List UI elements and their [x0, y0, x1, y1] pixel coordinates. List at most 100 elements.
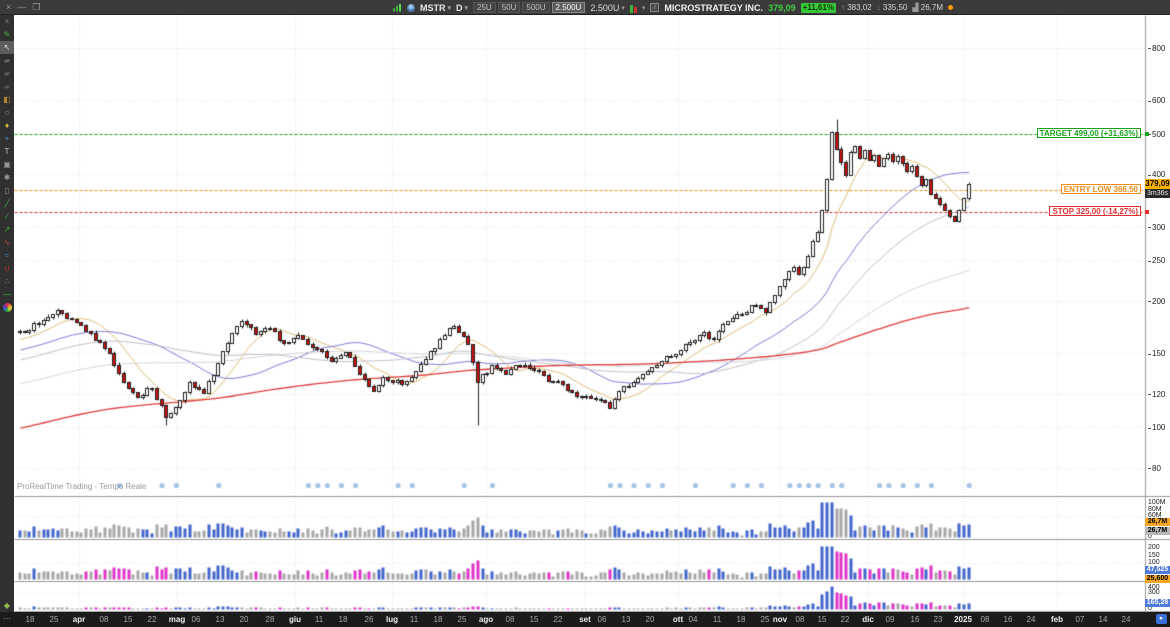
price-axis-tick: 120 [1148, 390, 1165, 399]
time-axis-tick: 23 [934, 615, 943, 624]
timeframe-dropdown[interactable]: D ▾ [456, 3, 468, 13]
text-tool-icon[interactable]: T [0, 145, 14, 158]
restore-window-button[interactable]: ❐ [32, 2, 40, 13]
account-avatar[interactable] [407, 4, 415, 12]
trash-icon[interactable]: ▯ [0, 184, 14, 197]
volume-bars-icon: ▟ [912, 3, 918, 12]
time-axis-month-tick: ott [673, 615, 683, 624]
unit-dropdown-value: 2.500U [590, 3, 619, 13]
indicator-3-axis-tick: 300 [1148, 589, 1160, 596]
indicator-3-value-badge: 165,28 [1145, 599, 1170, 607]
stop-level-label[interactable]: STOP 325,00 (-14,27%) [1049, 206, 1141, 216]
arrow-tool-icon[interactable]: ↗ [0, 223, 14, 236]
settings-gears-icon[interactable]: ✱ [0, 171, 14, 184]
paint-bucket-icon[interactable]: ◧ [0, 93, 14, 106]
price-axis-tick: 200 [1148, 297, 1165, 306]
time-axis-tick: 15 [124, 615, 133, 624]
time-axis-tick: 20 [646, 615, 655, 624]
connection-status-icon [393, 4, 402, 12]
volume-value-badge: 26,7M [1145, 527, 1170, 535]
symbol-dropdown[interactable]: MSTR ▾ [420, 3, 451, 13]
time-axis-month-tick: 2025 [954, 615, 972, 624]
chevron-down-icon: ▾ [465, 4, 469, 12]
chart-region: ProRealTime Trading - Tempo Reale 800600… [14, 15, 1170, 612]
draw-mode-icon[interactable]: ✎ [0, 28, 14, 41]
unit-dropdown[interactable]: 2.500U ▾ [590, 3, 625, 13]
time-axis-tick: 16 [1004, 615, 1013, 624]
day-low: ↓ 335,50 [877, 3, 908, 12]
time-axis-tick: 20 [240, 615, 249, 624]
price-axis-tick: 500 [1148, 130, 1165, 139]
time-axis-tick: 15 [818, 615, 827, 624]
last-price: 379,09 [768, 3, 796, 13]
time-axis-tick: 22 [554, 615, 563, 624]
info-icon[interactable]: i [650, 3, 659, 12]
drawing-toolbar: ×✎↖▰▰▰◧○♦+T▣✱▯╱∕↗∿≈∪∴―◆ [0, 15, 14, 612]
time-axis-tick: 25 [458, 615, 467, 624]
time-axis-tick: 18 [737, 615, 746, 624]
zoom-tool-icon[interactable]: ○ [0, 106, 14, 119]
time-axis-tick: 08 [506, 615, 515, 624]
go-to-realtime-button[interactable]: ▸ [1156, 614, 1167, 624]
price-axis-tick: 100 [1148, 423, 1165, 432]
chart-style-icon[interactable] [630, 3, 637, 13]
time-axis-tick: 11 [410, 615, 418, 624]
titlebar: ×—❐ MSTR ▾ D ▾ 25U50U500U2.500U 2.500U ▾… [0, 0, 1170, 15]
close-tool-icon[interactable]: × [0, 15, 14, 28]
target-level-label[interactable]: TARGET 499,00 (+31,63%) [1037, 128, 1141, 138]
unit-button-2500U[interactable]: 2.500U [552, 2, 586, 13]
price-chart-canvas[interactable] [14, 15, 1170, 612]
time-axis-month-tick: mag [169, 615, 185, 624]
red-candle-glyph [634, 7, 637, 13]
price-axis-tick: 600 [1148, 96, 1165, 105]
time-axis-month-tick: ago [479, 615, 493, 624]
time-axis-tick: 08 [796, 615, 805, 624]
time-axis-month-tick: set [579, 615, 591, 624]
down-arrow-icon: ↓ [877, 3, 881, 12]
time-axis-tick: 16 [911, 615, 920, 624]
time-axis-tick: 22 [841, 615, 850, 624]
day-volume: ▟ 26,7M [912, 3, 943, 12]
trendline-icon[interactable]: ╱ [0, 197, 14, 210]
cursor-icon[interactable]: ↖ [0, 41, 14, 54]
time-axis-tick: 11 [713, 615, 721, 624]
time-axis[interactable]: 1825apr081522mag06132028giu111826lug1118… [14, 612, 1170, 627]
target-axis-mark [1145, 132, 1149, 136]
green-candle-glyph [630, 5, 633, 13]
price-axis-tick: 250 [1148, 256, 1165, 265]
pattern-icon[interactable]: ≈ [0, 249, 14, 262]
time-axis-tick: 18 [26, 615, 35, 624]
unit-button-500U[interactable]: 500U [522, 2, 549, 13]
unit-button-50U[interactable]: 50U [498, 2, 521, 13]
more-options-button[interactable]: ⋯ [0, 612, 14, 627]
segment-icon[interactable]: ∕ [0, 210, 14, 223]
time-axis-tick: 18 [339, 615, 348, 624]
minimize-window-button[interactable]: — [17, 2, 26, 13]
unit-button-25U[interactable]: 25U [473, 2, 496, 13]
assistant-icon[interactable]: ◆ [0, 599, 14, 612]
close-window-button[interactable]: × [6, 2, 11, 13]
hline-icon[interactable]: ― [0, 288, 14, 301]
marker-icon[interactable]: ▰ [0, 80, 14, 93]
time-axis-tick: 13 [622, 615, 631, 624]
chart-style-dropdown[interactable]: ▾ [642, 4, 646, 12]
platform-watermark: ProRealTime Trading - Tempo Reale [17, 482, 146, 491]
move-tool-icon[interactable]: + [0, 132, 14, 145]
color-wheel-icon[interactable] [0, 301, 14, 314]
color-wheel-glyph [3, 303, 12, 312]
volume-value-badge: 26,7M [1145, 518, 1170, 526]
duplicate-icon[interactable]: ▣ [0, 158, 14, 171]
molecule-icon[interactable]: ∴ [0, 275, 14, 288]
time-axis-month-tick: feb [1051, 615, 1063, 624]
time-axis-tick: 14 [1099, 615, 1108, 624]
eraser-icon[interactable]: ▰ [0, 54, 14, 67]
indicator-icon[interactable]: ∿ [0, 236, 14, 249]
candle-countdown: 3m36s [1145, 189, 1170, 198]
time-axis-tick: 06 [598, 615, 607, 624]
price-axis-tick: 400 [1148, 170, 1165, 179]
entry-level-label[interactable]: ENTRY LOW 366,50 [1061, 184, 1141, 194]
time-axis-tick: 24 [1122, 615, 1131, 624]
alert-bell-icon[interactable]: ♦ [0, 119, 14, 132]
magnet-icon[interactable]: ∪ [0, 262, 14, 275]
brush-icon[interactable]: ▰ [0, 67, 14, 80]
